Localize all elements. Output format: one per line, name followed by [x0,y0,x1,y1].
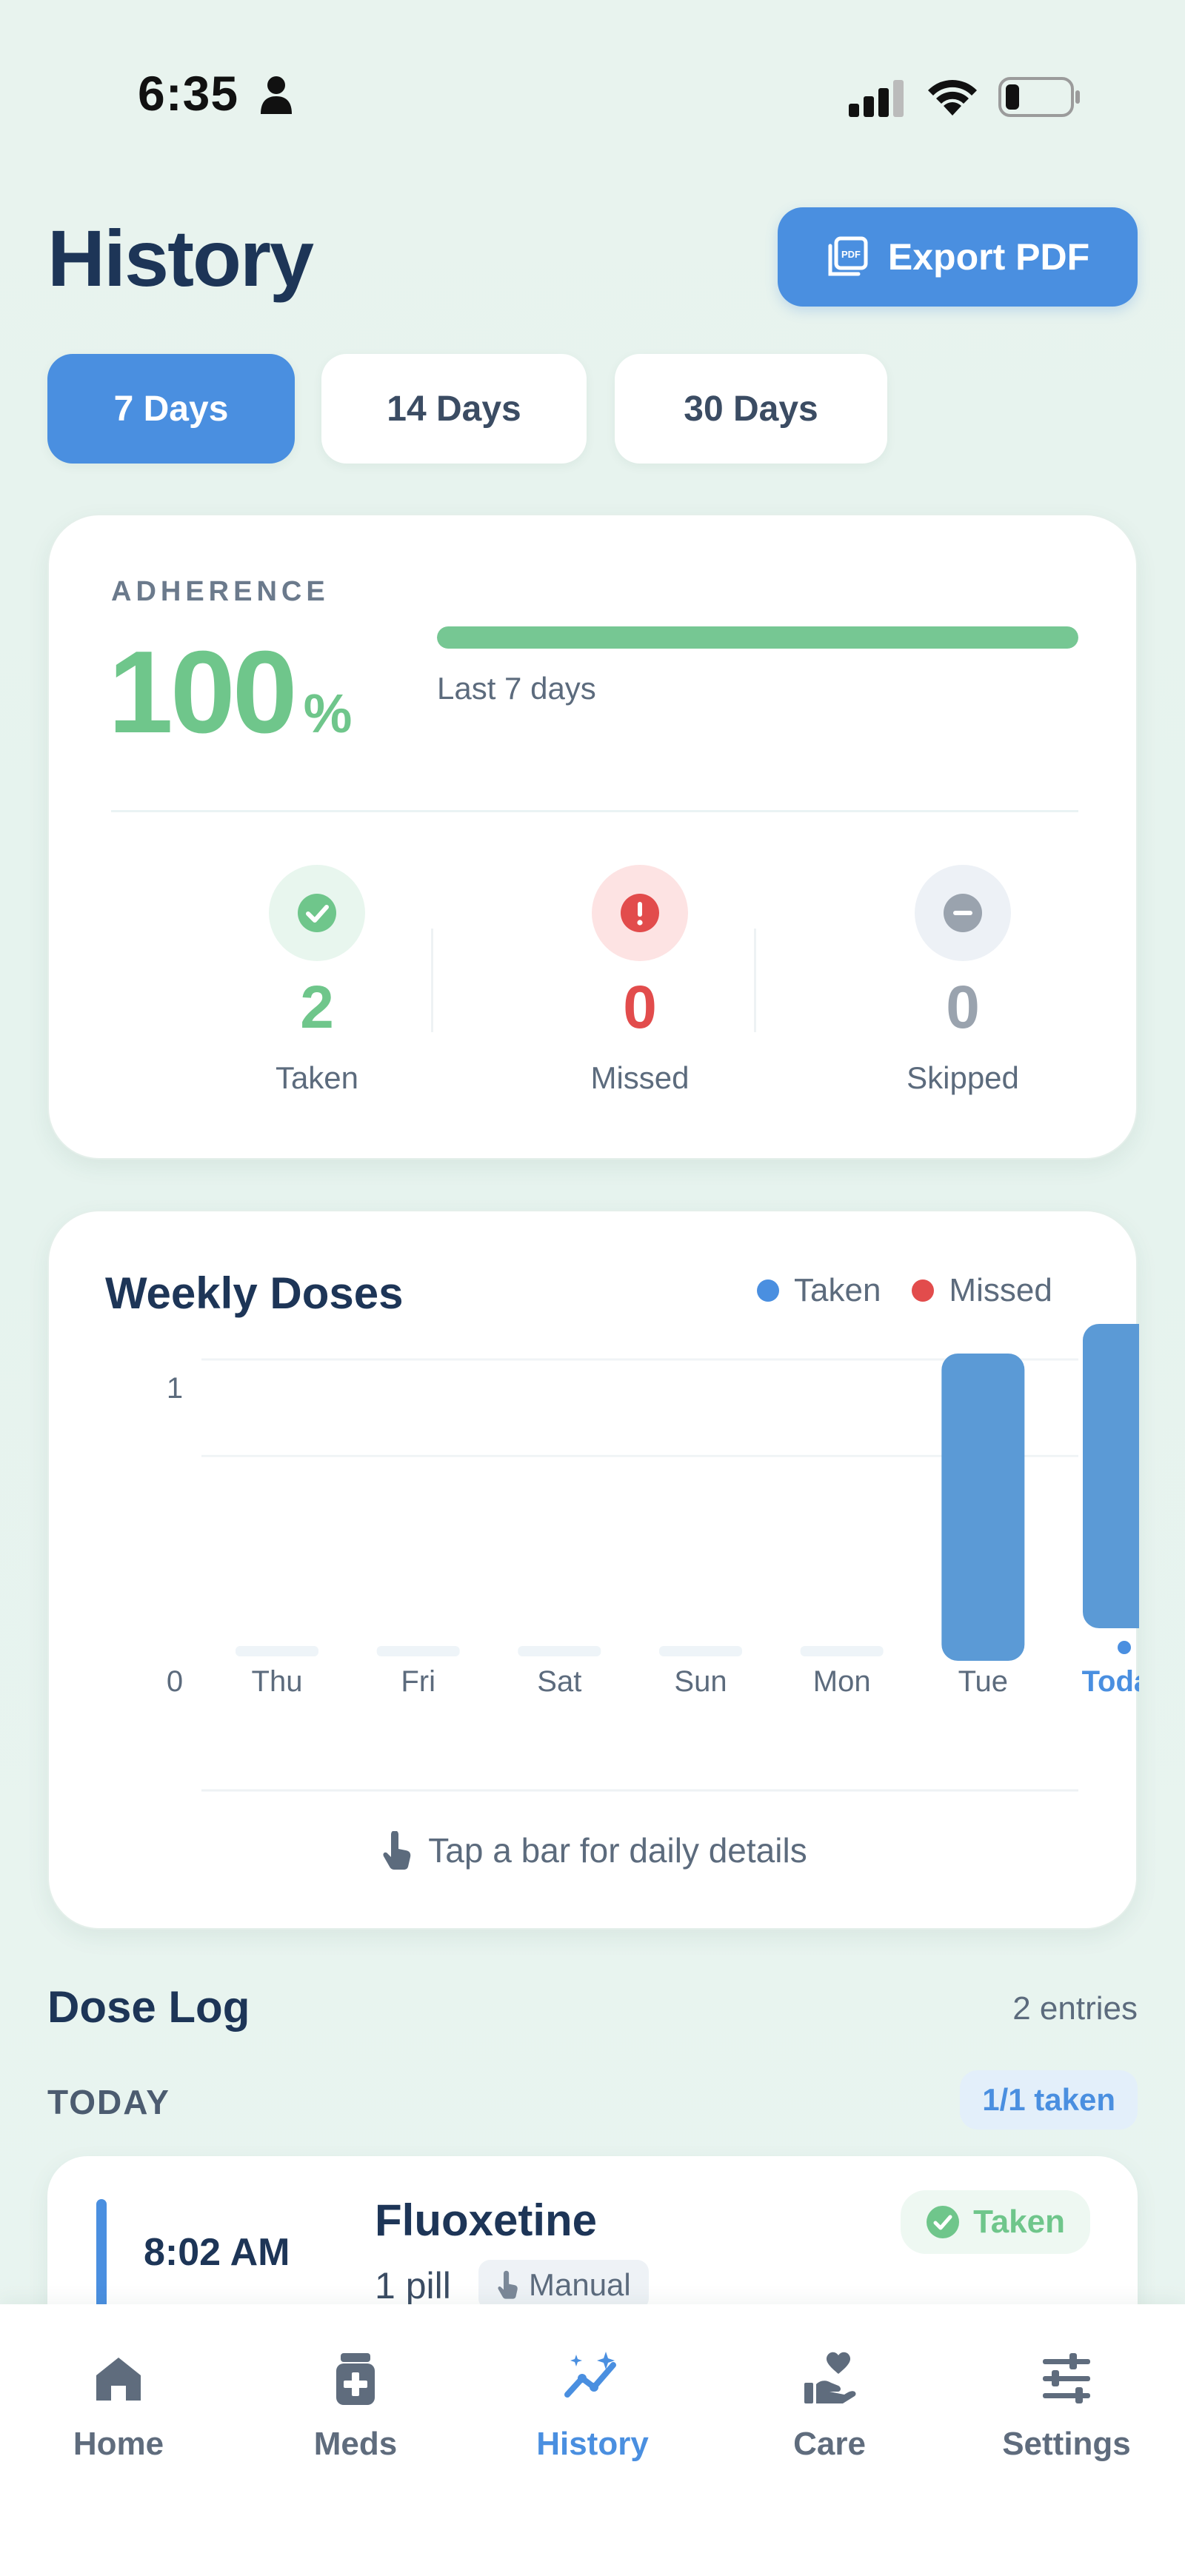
bar-taken [1083,1324,1139,1628]
x-tick-label: Sat [537,1665,581,1698]
nav-label: Home [73,2426,164,2462]
entry-time: 8:02 AM [144,2231,290,2274]
status-time: 6:35 [138,66,239,121]
wifi-icon [928,80,977,116]
tab-7-days[interactable]: 7 Days [47,354,295,464]
alert-circle-icon [592,865,688,961]
stat-taken-label: Taken [275,1060,359,1095]
legend-label: Taken [794,1272,881,1308]
export-pdf-label: Export PDF [887,236,1090,278]
adherence-period: Last 7 days [437,671,596,706]
tap-hand-icon [498,2270,518,2299]
today-indicator-dot [1118,1641,1131,1654]
stat-missed: 0 Missed [529,865,751,1096]
chart-hint-text: Tap a bar for daily details [428,1831,807,1870]
divider [111,810,1078,812]
divider [431,929,433,1032]
tab-30-days[interactable]: 30 Days [615,354,887,464]
x-tick-label: Sun [674,1665,727,1698]
y-tick-label: 0 [167,1665,183,1698]
stat-skipped-value: 0 [946,974,980,1041]
stat-missed-value: 0 [623,974,657,1041]
adherence-value: 100% [108,634,352,751]
x-tick-label: Mon [813,1665,871,1698]
chart-title: Weekly Doses [105,1268,404,1318]
entries-count: 2 entries [1012,1990,1138,2027]
person-icon [261,76,292,114]
status-bar: 6:35 [0,0,1185,148]
care-heart-hand-icon [804,2352,856,2403]
y-tick-label: 1 [167,1372,183,1405]
stat-taken-value: 2 [300,974,334,1041]
adherence-percent: 100 [108,627,298,757]
legend-dot [912,1279,935,1302]
bar-empty [236,1646,318,1656]
battery-icon [998,77,1080,117]
entry-status-badge: Taken [901,2190,1090,2254]
nav-label: History [536,2426,649,2462]
weekly-doses-chart: 0 1 Thu Fri Sat Sun Mon Tue Today [167,1324,1139,1792]
entry-status-label: Taken [973,2204,1065,2240]
adherence-card: ADHERENCE 100% Last 7 days 2 Taken 0 Mis… [47,514,1138,1160]
sliders-icon [1043,2353,1090,2403]
legend-missed: Missed [912,1272,1052,1309]
nav-label: Settings [1002,2426,1131,2462]
legend-label: Missed [949,1272,1052,1308]
legend-taken: Taken [757,1272,881,1309]
page-title: History [47,213,314,303]
nav-history[interactable]: History [481,2349,704,2463]
divider [754,929,756,1032]
stat-taken: 2 Taken [206,865,428,1096]
stat-skipped: 0 Skipped [852,865,1074,1096]
day-label: TODAY [47,2083,170,2121]
x-tick-label: Fri [401,1665,435,1698]
minus-circle-icon [915,865,1011,961]
export-pdf-button[interactable]: PDF Export PDF [778,207,1138,307]
bar-empty [659,1646,742,1656]
nav-settings[interactable]: Settings [955,2349,1178,2463]
bar-empty [800,1646,884,1656]
adherence-progress-fill [437,626,1078,649]
x-tick-label: Today [1082,1665,1139,1698]
dose-log-title: Dose Log [47,1982,250,2032]
nav-care[interactable]: Care [718,2349,941,2463]
trend-icon [564,2352,616,2398]
entry-source-badge: Manual [478,2260,649,2310]
x-tick-label: Thu [252,1665,303,1698]
entry-dose: 1 pill [375,2265,451,2306]
weekly-doses-card: 0 1 Thu Fri Sat Sun Mon Tue Today Weekly Doses T… [47,1210,1139,1930]
pdf-icon: PDF [828,236,868,276]
tap-hand-icon [383,1831,411,1870]
nav-label: Meds [313,2426,398,2462]
medicine-box-icon [336,2353,375,2405]
entry-medication: Fluoxetine [375,2195,598,2245]
check-circle-icon [927,2206,960,2238]
x-tick-label: Tue [958,1665,1008,1698]
nav-label: Care [793,2426,866,2462]
adherence-progress-bar [437,626,1078,649]
adherence-label: ADHERENCE [111,576,330,607]
stat-skipped-label: Skipped [907,1060,1019,1095]
bar-empty [518,1646,601,1656]
svg-text:PDF: PDF [841,249,861,260]
cellular-signal-icon [849,80,904,117]
check-circle-icon [269,865,365,961]
bar-taken [941,1354,1025,1661]
bar-empty [376,1646,460,1656]
entry-source-label: Manual [529,2267,631,2302]
day-summary-badge: 1/1 taken [960,2070,1138,2130]
tab-14-days[interactable]: 14 Days [321,354,587,464]
entry-accent-bar [96,2199,107,2309]
chart-hint: Tap a bar for daily details [49,1830,1139,1870]
chart-legend: Taken Missed [757,1272,1052,1309]
nav-meds[interactable]: Meds [244,2349,467,2463]
home-icon [96,2358,141,2401]
adherence-unit: % [303,683,353,744]
legend-dot [757,1279,779,1302]
bottom-nav: Home Meds History Care Settings [0,2304,1185,2576]
stat-missed-label: Missed [590,1060,690,1095]
nav-home[interactable]: Home [7,2349,230,2463]
